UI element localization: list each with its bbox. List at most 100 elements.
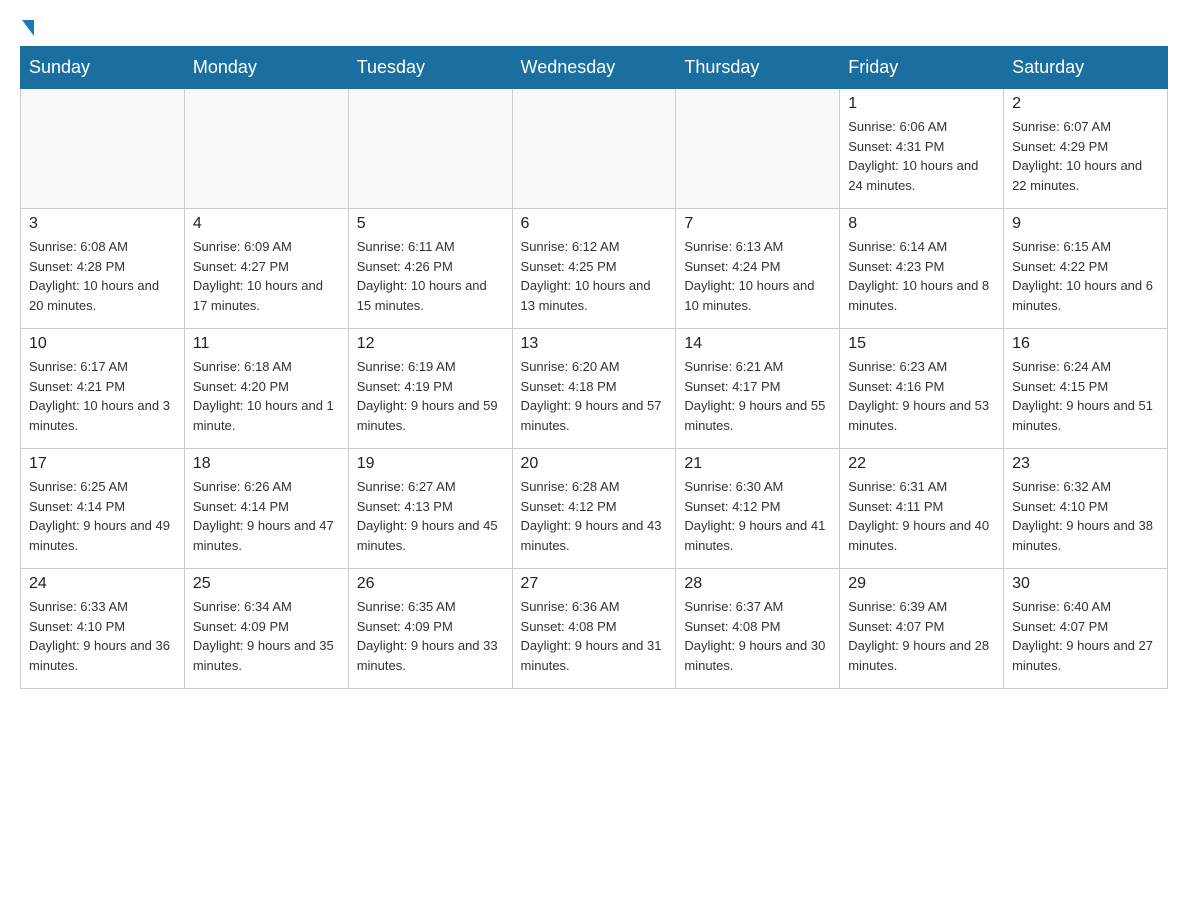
day-info: Sunrise: 6:20 AMSunset: 4:18 PMDaylight:… xyxy=(521,357,668,435)
calendar-cell: 12 Sunrise: 6:19 AMSunset: 4:19 PMDayligh… xyxy=(348,329,512,449)
day-info: Sunrise: 6:17 AMSunset: 4:21 PMDaylight:… xyxy=(29,357,176,435)
weekday-header-sunday: Sunday xyxy=(21,47,185,89)
day-info: Sunrise: 6:30 AMSunset: 4:12 PMDaylight:… xyxy=(684,477,831,555)
logo-arrow-icon xyxy=(22,20,34,36)
calendar-cell: 9 Sunrise: 6:15 AMSunset: 4:22 PMDaylight… xyxy=(1004,209,1168,329)
day-info: Sunrise: 6:21 AMSunset: 4:17 PMDaylight:… xyxy=(684,357,831,435)
day-number: 19 xyxy=(357,455,504,473)
day-number: 13 xyxy=(521,335,668,353)
day-info: Sunrise: 6:07 AMSunset: 4:29 PMDaylight:… xyxy=(1012,117,1159,195)
day-number: 10 xyxy=(29,335,176,353)
day-number: 29 xyxy=(848,575,995,593)
calendar-cell: 21 Sunrise: 6:30 AMSunset: 4:12 PMDayligh… xyxy=(676,449,840,569)
day-info: Sunrise: 6:33 AMSunset: 4:10 PMDaylight:… xyxy=(29,597,176,675)
day-info: Sunrise: 6:35 AMSunset: 4:09 PMDaylight:… xyxy=(357,597,504,675)
calendar-cell xyxy=(512,89,676,209)
calendar-cell: 30 Sunrise: 6:40 AMSunset: 4:07 PMDayligh… xyxy=(1004,569,1168,689)
day-info: Sunrise: 6:19 AMSunset: 4:19 PMDaylight:… xyxy=(357,357,504,435)
calendar-cell: 20 Sunrise: 6:28 AMSunset: 4:12 PMDayligh… xyxy=(512,449,676,569)
day-number: 15 xyxy=(848,335,995,353)
calendar-cell: 26 Sunrise: 6:35 AMSunset: 4:09 PMDayligh… xyxy=(348,569,512,689)
day-number: 12 xyxy=(357,335,504,353)
day-info: Sunrise: 6:28 AMSunset: 4:12 PMDaylight:… xyxy=(521,477,668,555)
day-number: 18 xyxy=(193,455,340,473)
calendar-cell: 24 Sunrise: 6:33 AMSunset: 4:10 PMDayligh… xyxy=(21,569,185,689)
calendar-cell: 19 Sunrise: 6:27 AMSunset: 4:13 PMDayligh… xyxy=(348,449,512,569)
day-number: 8 xyxy=(848,215,995,233)
weekday-header-saturday: Saturday xyxy=(1004,47,1168,89)
calendar-cell: 28 Sunrise: 6:37 AMSunset: 4:08 PMDayligh… xyxy=(676,569,840,689)
calendar-cell: 7 Sunrise: 6:13 AMSunset: 4:24 PMDaylight… xyxy=(676,209,840,329)
calendar-cell: 27 Sunrise: 6:36 AMSunset: 4:08 PMDayligh… xyxy=(512,569,676,689)
calendar-cell: 18 Sunrise: 6:26 AMSunset: 4:14 PMDayligh… xyxy=(184,449,348,569)
day-number: 7 xyxy=(684,215,831,233)
day-info: Sunrise: 6:32 AMSunset: 4:10 PMDaylight:… xyxy=(1012,477,1159,555)
day-number: 27 xyxy=(521,575,668,593)
calendar-cell xyxy=(676,89,840,209)
week-row-1: 1 Sunrise: 6:06 AMSunset: 4:31 PMDaylight… xyxy=(21,89,1168,209)
day-info: Sunrise: 6:25 AMSunset: 4:14 PMDaylight:… xyxy=(29,477,176,555)
day-number: 6 xyxy=(521,215,668,233)
weekday-header-thursday: Thursday xyxy=(676,47,840,89)
calendar-cell: 2 Sunrise: 6:07 AMSunset: 4:29 PMDaylight… xyxy=(1004,89,1168,209)
day-info: Sunrise: 6:31 AMSunset: 4:11 PMDaylight:… xyxy=(848,477,995,555)
calendar-cell xyxy=(184,89,348,209)
day-number: 16 xyxy=(1012,335,1159,353)
day-number: 2 xyxy=(1012,95,1159,113)
day-info: Sunrise: 6:40 AMSunset: 4:07 PMDaylight:… xyxy=(1012,597,1159,675)
week-row-4: 17 Sunrise: 6:25 AMSunset: 4:14 PMDayligh… xyxy=(21,449,1168,569)
calendar-cell: 10 Sunrise: 6:17 AMSunset: 4:21 PMDayligh… xyxy=(21,329,185,449)
calendar-cell: 8 Sunrise: 6:14 AMSunset: 4:23 PMDaylight… xyxy=(840,209,1004,329)
day-number: 23 xyxy=(1012,455,1159,473)
day-info: Sunrise: 6:15 AMSunset: 4:22 PMDaylight:… xyxy=(1012,237,1159,315)
day-info: Sunrise: 6:18 AMSunset: 4:20 PMDaylight:… xyxy=(193,357,340,435)
day-info: Sunrise: 6:26 AMSunset: 4:14 PMDaylight:… xyxy=(193,477,340,555)
day-info: Sunrise: 6:34 AMSunset: 4:09 PMDaylight:… xyxy=(193,597,340,675)
calendar-cell: 17 Sunrise: 6:25 AMSunset: 4:14 PMDayligh… xyxy=(21,449,185,569)
day-number: 11 xyxy=(193,335,340,353)
weekday-header-monday: Monday xyxy=(184,47,348,89)
day-number: 30 xyxy=(1012,575,1159,593)
day-number: 17 xyxy=(29,455,176,473)
day-number: 4 xyxy=(193,215,340,233)
week-row-3: 10 Sunrise: 6:17 AMSunset: 4:21 PMDayligh… xyxy=(21,329,1168,449)
page-header xyxy=(20,20,1168,36)
day-info: Sunrise: 6:24 AMSunset: 4:15 PMDaylight:… xyxy=(1012,357,1159,435)
calendar-cell: 13 Sunrise: 6:20 AMSunset: 4:18 PMDayligh… xyxy=(512,329,676,449)
calendar-cell: 3Sunrise: 6:08 AMSunset: 4:28 PMDaylight… xyxy=(21,209,185,329)
calendar-cell xyxy=(21,89,185,209)
day-number: 1 xyxy=(848,95,995,113)
calendar-cell: 15 Sunrise: 6:23 AMSunset: 4:16 PMDayligh… xyxy=(840,329,1004,449)
day-info: Sunrise: 6:12 AMSunset: 4:25 PMDaylight:… xyxy=(521,237,668,315)
day-info: Sunrise: 6:37 AMSunset: 4:08 PMDaylight:… xyxy=(684,597,831,675)
week-row-2: 3Sunrise: 6:08 AMSunset: 4:28 PMDaylight… xyxy=(21,209,1168,329)
day-number: 21 xyxy=(684,455,831,473)
day-info: Sunrise: 6:13 AMSunset: 4:24 PMDaylight:… xyxy=(684,237,831,315)
day-info: Sunrise: 6:23 AMSunset: 4:16 PMDaylight:… xyxy=(848,357,995,435)
logo xyxy=(20,20,34,36)
day-info: Sunrise: 6:09 AMSunset: 4:27 PMDaylight:… xyxy=(193,237,340,315)
day-number: 26 xyxy=(357,575,504,593)
day-info: Sunrise: 6:39 AMSunset: 4:07 PMDaylight:… xyxy=(848,597,995,675)
calendar-cell xyxy=(348,89,512,209)
calendar-table: SundayMondayTuesdayWednesdayThursdayFrid… xyxy=(20,46,1168,689)
day-number: 28 xyxy=(684,575,831,593)
day-number: 3 xyxy=(29,215,176,233)
day-info: Sunrise: 6:27 AMSunset: 4:13 PMDaylight:… xyxy=(357,477,504,555)
weekday-header-wednesday: Wednesday xyxy=(512,47,676,89)
day-number: 14 xyxy=(684,335,831,353)
day-info: Sunrise: 6:14 AMSunset: 4:23 PMDaylight:… xyxy=(848,237,995,315)
calendar-cell: 6 Sunrise: 6:12 AMSunset: 4:25 PMDaylight… xyxy=(512,209,676,329)
day-number: 22 xyxy=(848,455,995,473)
weekday-header-row: SundayMondayTuesdayWednesdayThursdayFrid… xyxy=(21,47,1168,89)
weekday-header-friday: Friday xyxy=(840,47,1004,89)
calendar-cell: 29 Sunrise: 6:39 AMSunset: 4:07 PMDayligh… xyxy=(840,569,1004,689)
day-number: 20 xyxy=(521,455,668,473)
calendar-cell: 25Sunrise: 6:34 AMSunset: 4:09 PMDayligh… xyxy=(184,569,348,689)
calendar-cell: 4 Sunrise: 6:09 AMSunset: 4:27 PMDaylight… xyxy=(184,209,348,329)
day-number: 9 xyxy=(1012,215,1159,233)
day-info: Sunrise: 6:06 AMSunset: 4:31 PMDaylight:… xyxy=(848,117,995,195)
day-number: 5 xyxy=(357,215,504,233)
day-info: Sunrise: 6:36 AMSunset: 4:08 PMDaylight:… xyxy=(521,597,668,675)
day-number: 24 xyxy=(29,575,176,593)
